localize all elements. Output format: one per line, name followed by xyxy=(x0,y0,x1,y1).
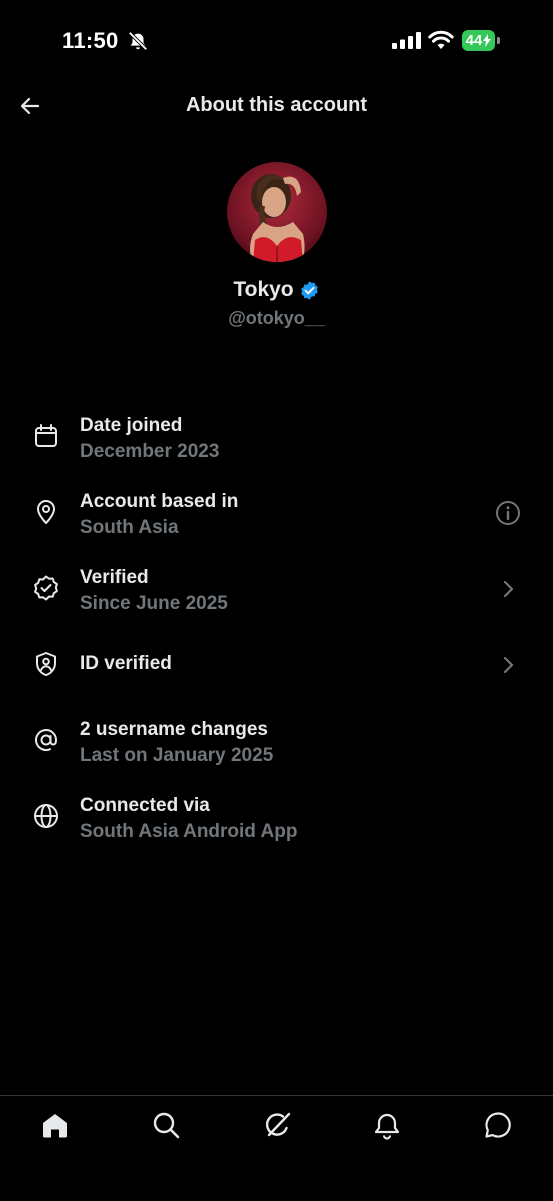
page-header: About this account xyxy=(0,84,553,128)
globe-icon xyxy=(34,804,58,828)
status-bar: 11:50 44 xyxy=(0,0,553,84)
messages-icon[interactable] xyxy=(483,1110,513,1140)
cellular-signal-icon xyxy=(392,32,421,49)
profile-name: Tokyo xyxy=(233,278,294,301)
avatar-image xyxy=(227,162,327,262)
detail-title: Date joined xyxy=(80,415,183,436)
verified-badge-icon xyxy=(300,280,318,300)
account-details-list: Date joined December 2023 Account based … xyxy=(0,402,553,858)
bottom-nav-bar xyxy=(0,1095,553,1201)
location-pin-icon xyxy=(37,500,55,524)
detail-title: Account based in xyxy=(80,491,239,512)
detail-username-changes: 2 username changes Last on January 2025 xyxy=(0,706,553,782)
profile-handle: @otokyo__ xyxy=(228,308,325,328)
detail-date-joined: Date joined December 2023 xyxy=(0,402,553,478)
detail-subtitle: Since June 2025 xyxy=(80,593,228,614)
detail-account-based-in: Account based in South Asia xyxy=(0,478,553,554)
chevron-right-icon xyxy=(503,580,514,598)
avatar[interactable] xyxy=(227,162,327,262)
detail-subtitle: Last on January 2025 xyxy=(80,745,274,766)
home-icon[interactable] xyxy=(40,1110,70,1140)
detail-id-verified[interactable]: ID verified xyxy=(0,630,553,706)
charging-bolt-icon xyxy=(483,34,492,47)
detail-title: 2 username changes xyxy=(80,719,268,740)
verified-seal-icon xyxy=(34,575,58,601)
battery-level: 44 xyxy=(465,32,483,49)
notifications-icon[interactable] xyxy=(372,1110,402,1140)
detail-connected-via: Connected via South Asia Android App xyxy=(0,782,553,858)
battery-body: 44 xyxy=(462,30,495,51)
grok-icon[interactable] xyxy=(262,1110,292,1140)
profile-name-row: Tokyo xyxy=(0,278,553,302)
calendar-icon xyxy=(35,424,57,447)
detail-subtitle: December 2023 xyxy=(80,441,220,462)
id-shield-icon xyxy=(36,652,56,676)
detail-title: Connected via xyxy=(80,795,210,816)
battery-tip xyxy=(497,37,500,44)
detail-verified[interactable]: Verified Since June 2025 xyxy=(0,554,553,630)
battery-icon: 44 xyxy=(462,30,502,51)
info-icon[interactable] xyxy=(495,500,521,526)
status-time: 11:50 xyxy=(62,28,119,53)
detail-subtitle: South Asia Android App xyxy=(80,821,298,842)
detail-subtitle: South Asia xyxy=(80,517,179,538)
at-sign-icon xyxy=(35,729,58,751)
search-icon[interactable] xyxy=(151,1110,181,1140)
detail-title: Verified xyxy=(80,567,149,588)
detail-title: ID verified xyxy=(80,653,172,674)
bell-muted-icon xyxy=(128,31,148,51)
wifi-icon xyxy=(428,30,454,49)
page-title: About this account xyxy=(185,94,368,116)
chevron-right-icon xyxy=(503,656,514,674)
